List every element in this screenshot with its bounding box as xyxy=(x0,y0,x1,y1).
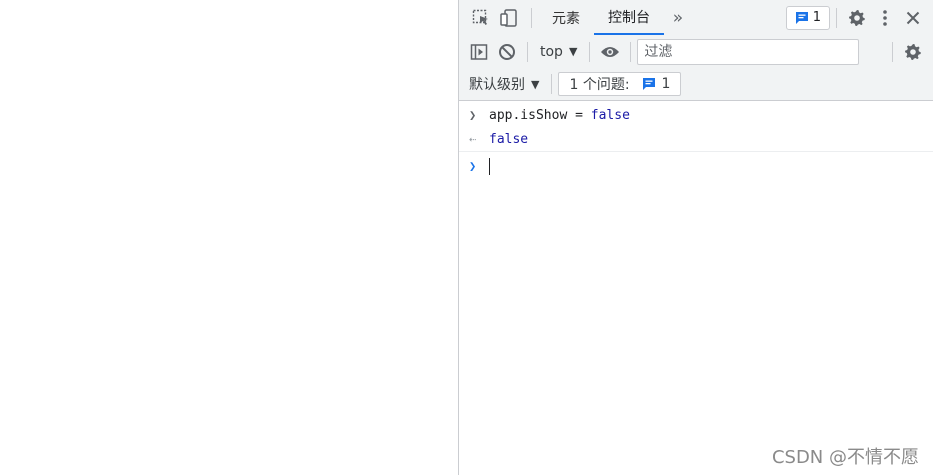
text-cursor xyxy=(489,157,490,175)
console-settings-icon[interactable] xyxy=(899,38,927,66)
toolbar-divider xyxy=(551,74,553,94)
issues-count-button[interactable]: 1 个问题: 1 xyxy=(558,72,682,96)
clear-console-icon[interactable] xyxy=(493,38,521,66)
more-options-icon[interactable] xyxy=(871,4,899,32)
chevron-right-icon: ❯ xyxy=(469,108,477,122)
tab-elements[interactable]: 元素 xyxy=(538,0,594,35)
console-prompt[interactable]: ❯ xyxy=(459,154,933,178)
result-value: false xyxy=(489,131,529,147)
console-toolbar: top ▼ xyxy=(459,35,933,68)
tab-console[interactable]: 控制台 xyxy=(594,0,664,35)
devtools-panel: 元素 控制台 » 1 top ▼ 过滤 默认级别 ▼ 1 个问题: 1 ❯ ap… xyxy=(458,0,933,475)
input-value: false xyxy=(590,107,630,123)
more-tabs-icon[interactable]: » xyxy=(664,4,692,32)
issues-icon xyxy=(642,77,656,91)
context-selector-value: top xyxy=(540,43,563,60)
toolbar-divider xyxy=(531,7,532,28)
console-output[interactable]: ❯ app.isShow = false ⇠ false ❯ xyxy=(459,101,933,475)
toolbar-divider xyxy=(527,41,528,62)
inspected-page-viewport xyxy=(0,0,458,475)
result-arrow-icon: ⇠ xyxy=(469,132,477,146)
sidebar-toggle-icon[interactable] xyxy=(465,38,493,66)
context-selector[interactable]: top ▼ xyxy=(534,44,583,60)
settings-icon[interactable] xyxy=(843,4,871,32)
toolbar-divider xyxy=(630,41,632,62)
console-input-line: ❯ app.isShow = false xyxy=(459,103,933,127)
devtools-main-toolbar: 元素 控制台 » 1 xyxy=(459,0,933,36)
dropdown-triangle-icon: ▼ xyxy=(568,45,578,58)
inspect-element-icon[interactable] xyxy=(467,4,495,32)
toolbar-divider xyxy=(892,41,893,62)
issues-badge-button[interactable]: 1 xyxy=(785,5,830,30)
toolbar-divider xyxy=(836,7,837,28)
watermark: CSDN @不情不愿 xyxy=(771,447,919,468)
prompt-chevron-icon: ❯ xyxy=(469,159,477,173)
input-operator: = xyxy=(567,107,591,123)
device-toolbar-icon[interactable] xyxy=(495,4,523,32)
close-icon[interactable] xyxy=(899,4,927,32)
toolbar-divider xyxy=(589,41,591,62)
dropdown-triangle-icon: ▼ xyxy=(531,77,540,91)
filter-input[interactable] xyxy=(637,38,860,65)
issues-count-label: 1 个问题: xyxy=(569,77,630,93)
issues-icon xyxy=(795,11,809,25)
log-levels-label: 默认级别 xyxy=(469,77,525,93)
console-result-line: ⇠ false xyxy=(459,127,933,152)
input-expression: app.isShow xyxy=(489,107,568,123)
console-toolbar-secondary: 默认级别 ▼ 1 个问题: 1 xyxy=(459,68,933,101)
issues-badge-count: 1 xyxy=(812,10,821,25)
issues-count-value: 1 xyxy=(661,76,671,92)
log-levels-dropdown[interactable]: 默认级别 ▼ xyxy=(459,74,545,94)
live-expression-eye-icon[interactable] xyxy=(596,38,624,66)
